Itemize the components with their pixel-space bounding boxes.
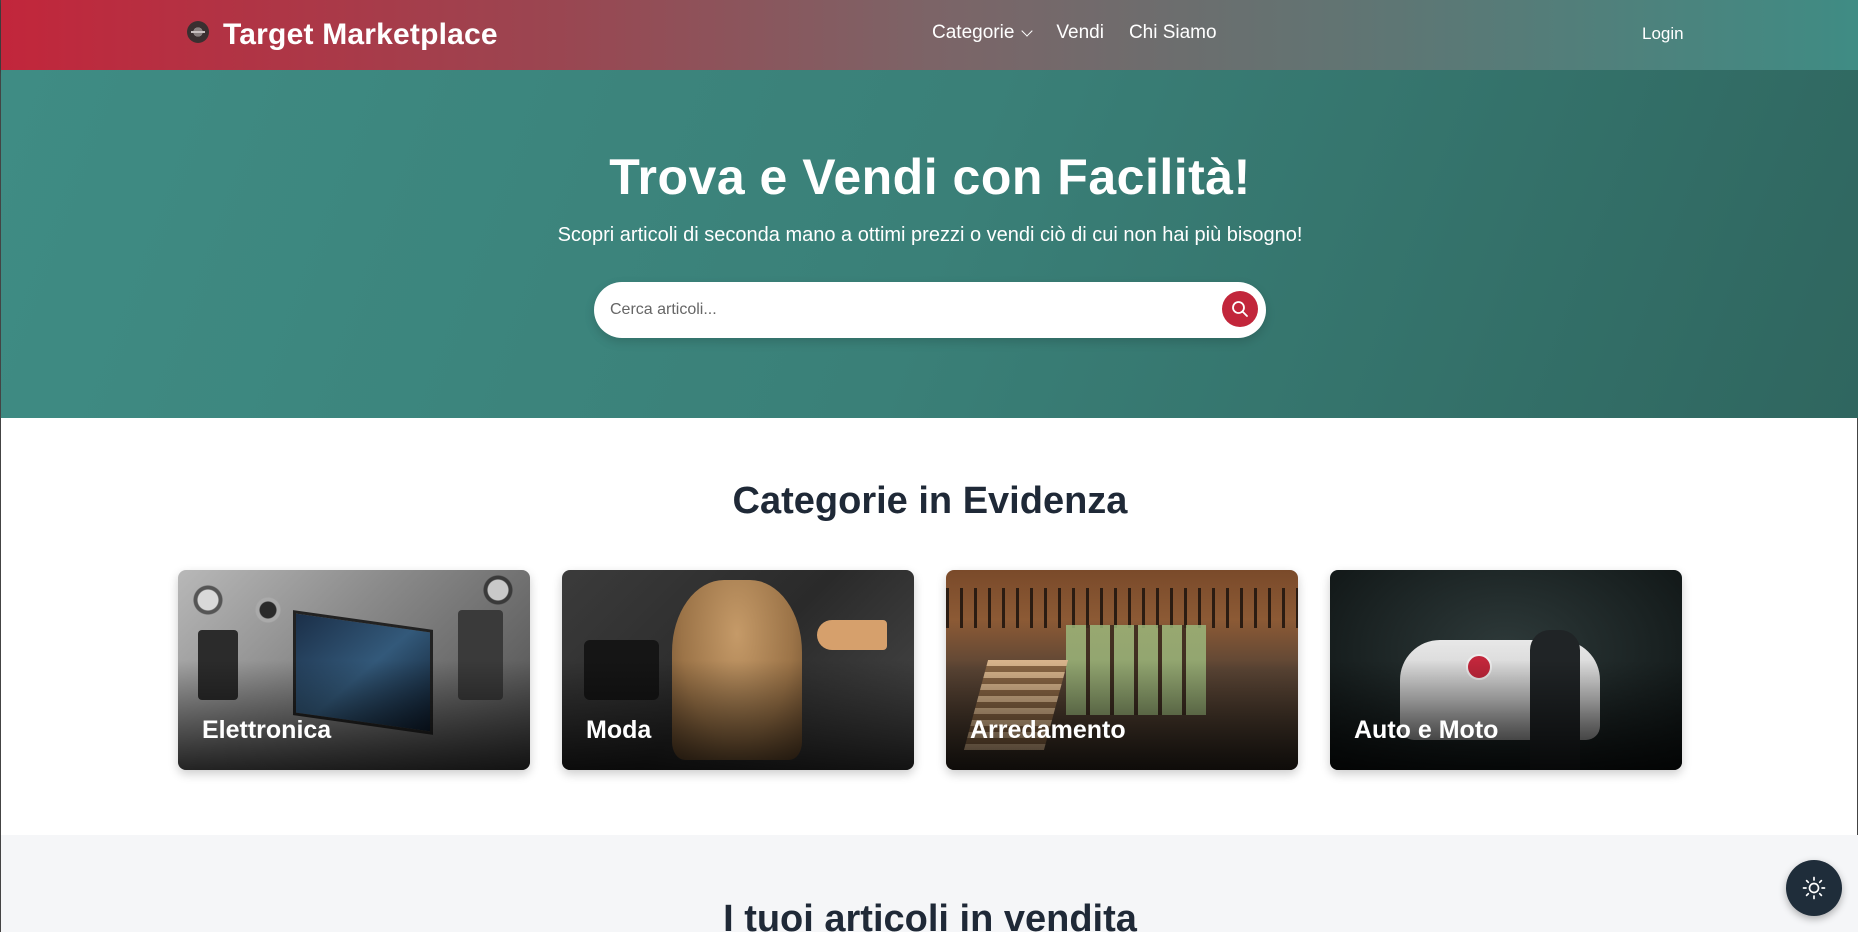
nav-chi-siamo[interactable]: Chi Siamo: [1129, 22, 1217, 44]
category-label: Elettronica: [202, 716, 332, 744]
category-card-auto-e-moto[interactable]: Auto e Moto: [1330, 570, 1682, 770]
sun-icon: [1802, 876, 1826, 900]
category-card-moda[interactable]: Moda: [562, 570, 914, 770]
chevron-down-icon: [1021, 24, 1034, 37]
category-label: Auto e Moto: [1354, 716, 1499, 744]
category-image-arredamento: [946, 588, 1298, 628]
category-card-arredamento[interactable]: Arredamento: [946, 570, 1298, 770]
category-label: Moda: [586, 716, 652, 744]
nav-categorie-label: Categorie: [932, 22, 1015, 43]
search-icon: [1232, 301, 1248, 317]
search-input[interactable]: [610, 282, 1190, 338]
hero: Trova e Vendi con Facilità! Scopri artic…: [1, 70, 1858, 418]
logo-icon: [187, 21, 209, 43]
category-label: Arredamento: [970, 716, 1126, 744]
items-section-title: I tuoi articoli in vendita: [723, 898, 1137, 932]
navbar: Target Marketplace Categorie Vendi Chi S…: [1, 0, 1858, 70]
nav-vendi[interactable]: Vendi: [1056, 22, 1104, 44]
brand-name: Target Marketplace: [223, 18, 498, 51]
category-card-elettronica[interactable]: Elettronica: [178, 570, 530, 770]
nav-categorie-dropdown[interactable]: Categorie: [932, 22, 1034, 44]
categories-title: Categorie in Evidenza: [732, 480, 1128, 522]
hero-subtitle: Scopri articoli di seconda mano a ottimi…: [557, 224, 1303, 246]
search-bar: [594, 282, 1266, 338]
login-link[interactable]: Login: [1642, 24, 1684, 44]
brand[interactable]: Target Marketplace: [187, 16, 498, 54]
hero-title: Trova e Vendi con Facilità!: [609, 149, 1251, 205]
theme-toggle-button[interactable]: [1786, 860, 1842, 916]
nav-links: Categorie Vendi Chi Siamo: [932, 22, 1242, 44]
search-button[interactable]: [1222, 291, 1258, 327]
